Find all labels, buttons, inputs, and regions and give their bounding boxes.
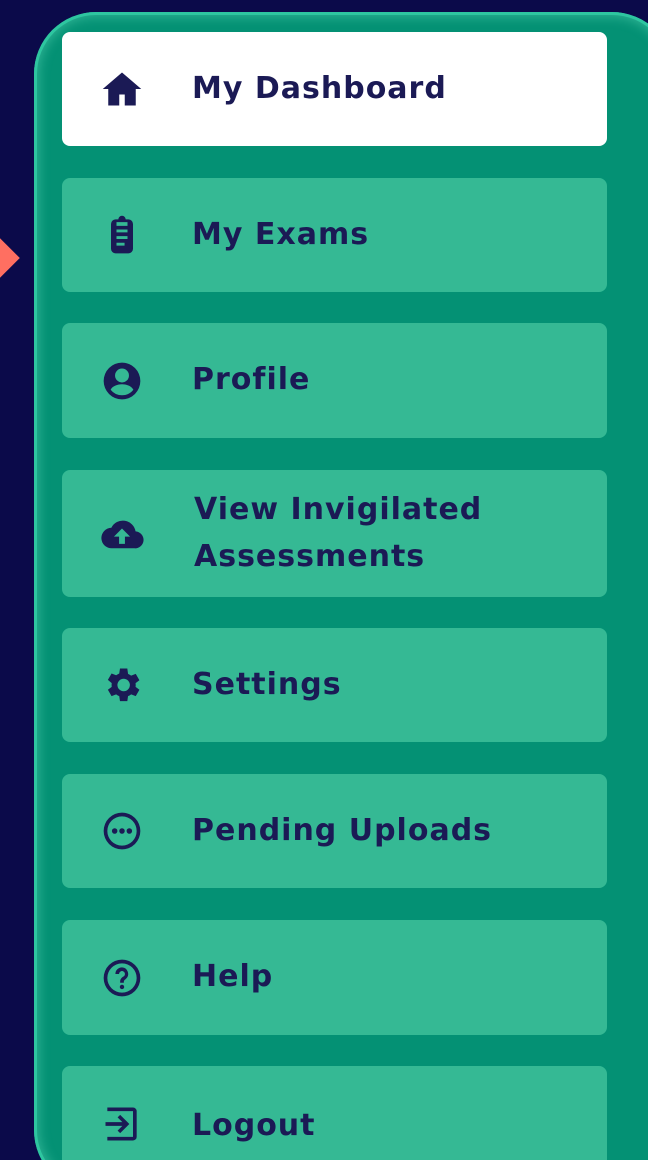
logout-icon: [98, 1100, 146, 1148]
menu-item-label: Pending Uploads: [192, 813, 493, 848]
clipboard-icon: [98, 211, 146, 259]
menu-item-label: My Exams: [192, 217, 370, 252]
question-circle-icon: [98, 954, 146, 1002]
menu-item-view-invigilated-assessments[interactable]: View Invigilated Assessments: [62, 470, 607, 597]
menu-item-profile[interactable]: Profile: [62, 323, 607, 438]
menu-item-my-exams[interactable]: My Exams: [62, 178, 607, 292]
app-screen: My Dashboard My Exams Profile View Invig…: [0, 0, 648, 1160]
menu-item-pending-uploads[interactable]: Pending Uploads: [62, 774, 607, 888]
cloud-upload-icon: [98, 510, 146, 558]
menu-item-label: My Dashboard: [192, 71, 447, 106]
more-circle-icon: [98, 807, 146, 855]
menu-item-label: Settings: [192, 667, 342, 702]
gear-icon: [98, 661, 146, 709]
menu-item-settings[interactable]: Settings: [62, 628, 607, 742]
menu-item-my-dashboard[interactable]: My Dashboard: [62, 32, 607, 146]
menu-item-label-line-1: View Invigilated: [194, 492, 483, 527]
menu-item-logout[interactable]: Logout: [62, 1066, 607, 1160]
navigation-drawer: My Dashboard My Exams Profile View Invig…: [34, 12, 648, 1160]
menu-item-help[interactable]: Help: [62, 920, 607, 1035]
menu-item-label: Logout: [192, 1108, 316, 1143]
pointer-arrow: [0, 238, 20, 278]
home-icon: [98, 65, 146, 113]
menu-item-label: Help: [192, 959, 274, 994]
menu-item-label: Profile: [192, 362, 311, 397]
user-circle-icon: [98, 357, 146, 405]
menu-item-label-line-2: Assessments: [194, 539, 426, 574]
